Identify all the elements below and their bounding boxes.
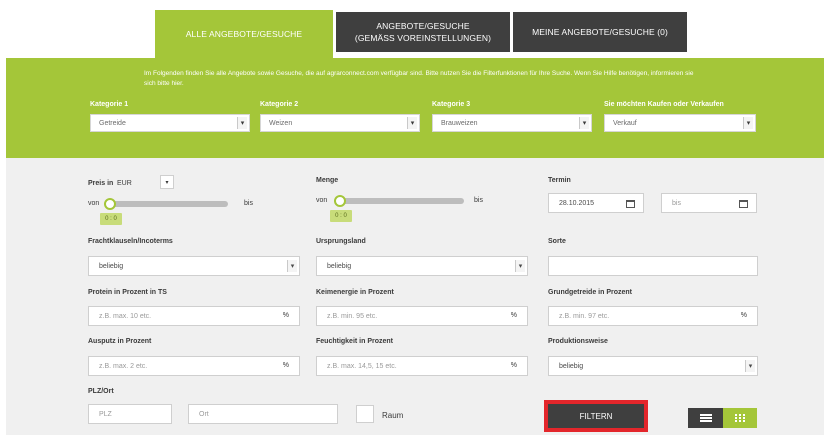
price-range-badge: 0 : 0 xyxy=(100,213,122,225)
category-panel: Im Folgenden finden Sie alle Angebote so… xyxy=(6,58,824,158)
percent-unit: % xyxy=(282,362,289,369)
chevron-down-icon: ▾ xyxy=(579,117,589,129)
buy-sell-label: Sie möchten Kaufen oder Verkaufen xyxy=(604,101,724,108)
grid-view-button[interactable] xyxy=(723,408,757,428)
chevron-down-icon: ▾ xyxy=(745,360,755,372)
moisture-label: Feuchtigkeit in Prozent xyxy=(316,338,394,345)
amount-slider-handle[interactable] xyxy=(334,195,346,207)
amount-to-label: bis xyxy=(474,197,483,204)
list-view-button[interactable] xyxy=(688,408,723,428)
date-label: Termin xyxy=(548,177,571,184)
chevron-down-icon: ▾ xyxy=(407,117,417,129)
price-slider-handle[interactable] xyxy=(104,198,116,210)
buy-sell-select[interactable]: Verkauf ▾ xyxy=(604,114,756,132)
moisture-input[interactable]: z.B. max. 14,5, 15 etc. % xyxy=(316,356,528,376)
percent-unit: % xyxy=(740,312,747,319)
date-to-input[interactable]: bis xyxy=(661,193,757,213)
protein-input[interactable]: z.B. max. 10 etc. % xyxy=(88,306,300,326)
calendar-icon[interactable] xyxy=(626,199,635,208)
freight-select[interactable]: beliebig ▾ xyxy=(88,256,300,276)
tab-my-offers[interactable]: MEINE ANGEBOTE/GESUCHE (0) xyxy=(513,12,687,52)
price-label: Preis in xyxy=(88,180,114,187)
variety-label: Sorte xyxy=(548,238,566,245)
chevron-down-icon: ▾ xyxy=(287,260,297,272)
filter-button[interactable]: FILTERN xyxy=(544,400,648,432)
freight-label: Frachtklauseln/Incoterms xyxy=(88,238,173,245)
list-icon xyxy=(699,414,712,422)
production-label: Produktionsweise xyxy=(548,338,608,345)
amount-range-badge: 0 : 0 xyxy=(330,210,352,222)
screenings-input[interactable]: z.B. max. 2 etc. % xyxy=(88,356,300,376)
price-to-label: bis xyxy=(244,200,253,207)
category1-select[interactable]: Getreide ▾ xyxy=(90,114,250,132)
screenings-label: Ausputz in Prozent xyxy=(88,338,152,345)
postcode-input[interactable]: PLZ xyxy=(88,404,172,424)
area-checkbox[interactable] xyxy=(356,405,374,423)
germination-label: Keimenergie in Prozent xyxy=(316,289,394,296)
origin-label: Ursprungsland xyxy=(316,238,366,245)
category2-select[interactable]: Weizen ▾ xyxy=(260,114,420,132)
city-input[interactable]: Ort xyxy=(188,404,338,424)
date-from-input[interactable]: 28.10.2015 xyxy=(548,193,644,213)
percent-unit: % xyxy=(282,312,289,319)
origin-select[interactable]: beliebig ▾ xyxy=(316,256,528,276)
variety-input[interactable] xyxy=(548,256,758,276)
amount-label: Menge xyxy=(316,177,339,184)
chevron-down-icon: ▾ xyxy=(743,117,753,129)
protein-label: Protein in Prozent in TS xyxy=(88,289,167,296)
intro-text: Im Folgenden finden Sie alle Angebote so… xyxy=(144,70,694,87)
amount-slider-track[interactable] xyxy=(334,198,464,204)
amount-from-label: von xyxy=(316,197,328,204)
area-label: Raum xyxy=(382,411,404,420)
price-slider-track[interactable] xyxy=(104,201,228,207)
tab-settings-line2: (GEMÄSS VOREINSTELLUNGEN) xyxy=(354,33,492,43)
price-from-label: von xyxy=(88,200,100,207)
production-select[interactable]: beliebig ▾ xyxy=(548,356,758,376)
tab-bar: ALLE ANGEBOTE/GESUCHE ANGEBOTE/GESUCHE (G… xyxy=(0,0,830,58)
category2-label: Kategorie 2 xyxy=(260,101,299,108)
percent-unit: % xyxy=(510,312,517,319)
calendar-icon[interactable] xyxy=(739,199,748,208)
percent-unit: % xyxy=(510,362,517,369)
chevron-down-icon: ▾ xyxy=(515,260,525,272)
currency-value: EUR xyxy=(117,180,132,187)
tab-offers-by-settings[interactable]: ANGEBOTE/GESUCHE (GEMÄSS VOREINSTELLUNGEN… xyxy=(336,12,510,52)
chevron-down-icon: ▾ xyxy=(237,117,247,129)
base-grain-input[interactable]: z.B. min. 97 etc. % xyxy=(548,306,758,326)
postcode-label: PLZ/Ort xyxy=(88,388,114,395)
tab-settings-line1: ANGEBOTE/GESUCHE xyxy=(376,21,470,31)
category1-label: Kategorie 1 xyxy=(90,101,129,108)
currency-select[interactable]: ▾ xyxy=(160,175,174,189)
category3-label: Kategorie 3 xyxy=(432,101,471,108)
base-grain-label: Grundgetreide in Prozent xyxy=(548,289,633,296)
category3-select[interactable]: Brauweizen ▾ xyxy=(432,114,592,132)
chevron-down-icon: ▾ xyxy=(165,179,169,186)
tab-all-offers[interactable]: ALLE ANGEBOTE/GESUCHE xyxy=(155,10,333,58)
germination-input[interactable]: z.B. min. 95 etc. % xyxy=(316,306,528,326)
grid-icon xyxy=(735,414,745,422)
